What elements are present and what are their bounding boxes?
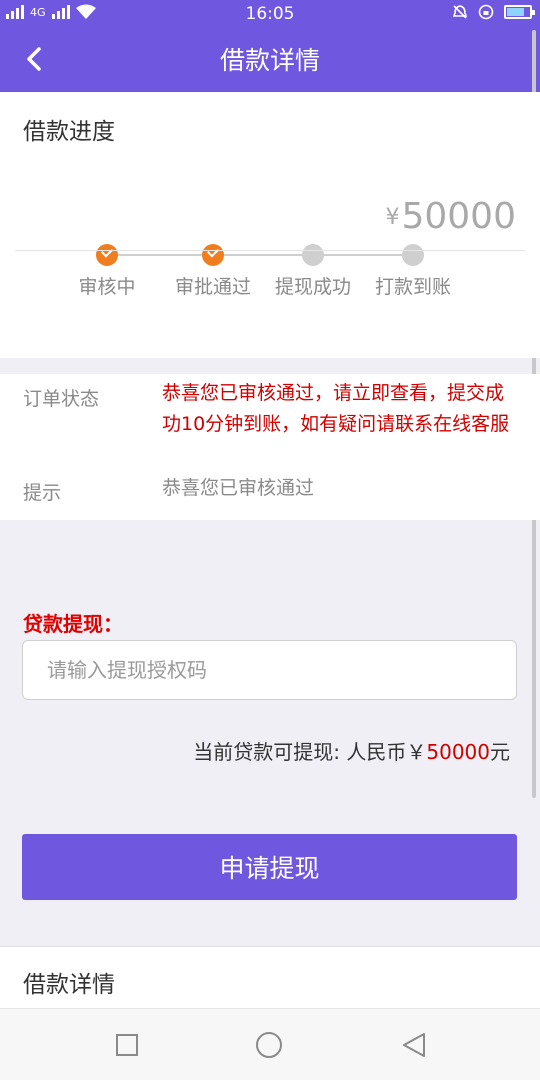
available-prefix: 当前贷款可提现: 人民币￥ bbox=[193, 740, 427, 764]
step-dot-reviewing bbox=[96, 244, 118, 266]
home-circle-icon[interactable] bbox=[255, 1031, 283, 1059]
loan-amount-value: 50000 bbox=[401, 196, 516, 237]
rotation-lock-icon bbox=[478, 4, 494, 20]
step-dot-approved bbox=[202, 244, 224, 266]
progress-card: 借款进度 ¥50000 审核中 审批通过 提现成功 打款到账 bbox=[0, 92, 540, 358]
battery-icon bbox=[504, 5, 535, 19]
app-header: 借款详情 bbox=[0, 26, 540, 92]
recents-square-icon[interactable] bbox=[113, 1031, 141, 1059]
progress-line bbox=[107, 254, 413, 256]
order-status-value: 恭喜您已审核通过，请立即查看，提交成功10分钟到账，如有疑问请联系在线客服 bbox=[162, 382, 510, 435]
tip-label: 提示 bbox=[23, 482, 62, 504]
order-status-block: 订单状态 恭喜您已审核通过，请立即查看，提交成功10分钟到账，如有疑问请联系在线… bbox=[0, 374, 540, 520]
step-label-approved: 审批通过 bbox=[174, 276, 252, 298]
loan-detail-title: 借款详情 bbox=[23, 972, 115, 998]
step-label-withdrawn: 提现成功 bbox=[274, 276, 352, 298]
divider bbox=[15, 250, 525, 251]
system-nav-bar bbox=[0, 1008, 540, 1080]
currency-symbol: ¥ bbox=[385, 205, 400, 230]
available-suffix: 元 bbox=[490, 740, 510, 764]
loan-detail-section[interactable]: 借款详情 bbox=[0, 946, 540, 1008]
available-amount-text: 当前贷款可提现: 人民币￥50000元 bbox=[193, 736, 510, 765]
step-label-reviewing: 审核中 bbox=[78, 276, 136, 298]
status-bar: 4G 16:05 bbox=[0, 0, 540, 26]
progress-steps: 审核中 审批通过 提现成功 打款到账 bbox=[0, 244, 540, 324]
withdraw-label: 贷款提现： bbox=[23, 612, 123, 636]
tip-value: 恭喜您已审核通过 bbox=[162, 477, 315, 499]
page-title: 借款详情 bbox=[219, 46, 320, 75]
mute-icon bbox=[452, 5, 468, 19]
apply-withdraw-button[interactable]: 申请提现 bbox=[22, 834, 517, 900]
loan-amount: ¥50000 bbox=[385, 196, 516, 237]
step-dot-withdrawn bbox=[302, 244, 324, 266]
available-amount: 50000 bbox=[426, 740, 490, 764]
step-label-paid: 打款到账 bbox=[374, 276, 452, 298]
authorization-code-input[interactable] bbox=[22, 640, 517, 700]
step-dot-paid bbox=[402, 244, 424, 266]
progress-section-title: 借款进度 bbox=[23, 119, 115, 145]
order-status-label: 订单状态 bbox=[23, 388, 100, 410]
status-right bbox=[452, 4, 535, 20]
back-triangle-icon[interactable] bbox=[400, 1031, 428, 1059]
